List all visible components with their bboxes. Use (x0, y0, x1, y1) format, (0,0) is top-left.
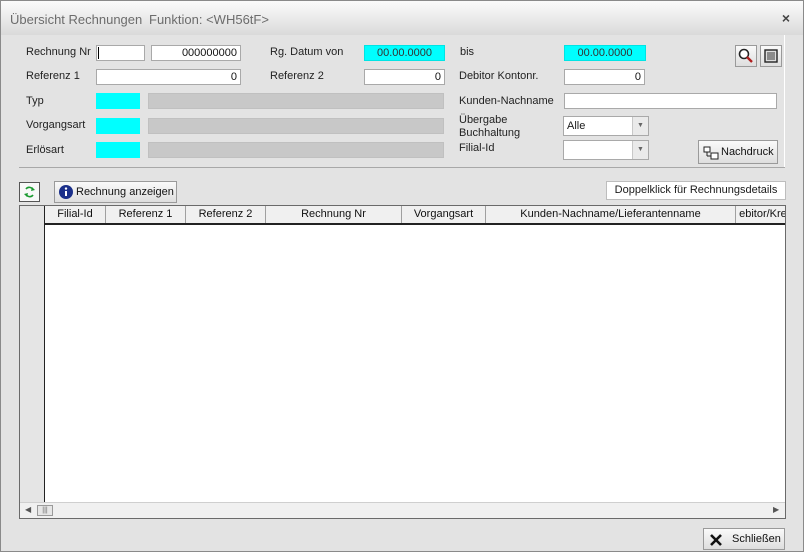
print-layout-icon (703, 146, 719, 160)
referenz1-input[interactable]: 0 (96, 69, 241, 85)
referenz1-label: Referenz 1 (26, 70, 80, 82)
kunden-nachname-label: Kunden-Nachname (459, 95, 554, 107)
rg-datum-von-input[interactable]: 00.00.0000 (364, 45, 445, 61)
refresh-icon (24, 186, 35, 198)
uebergabe-buchhaltung-select[interactable]: Alle ▼ (563, 116, 649, 136)
erloesart-description-field (148, 142, 444, 158)
debitor-kontonr-input[interactable]: 0 (564, 69, 645, 85)
filial-id-select[interactable]: ▼ (563, 140, 649, 160)
column-header-kunden-nachname[interactable]: Kunden-Nachname/Lieferantenname (486, 206, 736, 223)
rechnung-nr-label: Rechnung Nr (26, 46, 91, 58)
column-header-rechnung-nr[interactable]: Rechnung Nr (266, 206, 402, 223)
chevron-down-icon[interactable]: ▼ (632, 117, 648, 135)
text-cursor (98, 47, 99, 59)
filter-separator (19, 167, 785, 168)
invoice-table[interactable]: Filial-Id Referenz 1 Referenz 2 Rechnung… (19, 205, 786, 519)
schliessen-label: Schließen (732, 533, 781, 545)
table-header: Filial-Id Referenz 1 Referenz 2 Rechnung… (45, 206, 785, 225)
scroll-left-icon[interactable]: ◀ (25, 505, 31, 514)
column-header-referenz1[interactable]: Referenz 1 (106, 206, 186, 223)
rechnung-anzeigen-button[interactable]: Rechnung anzeigen (54, 181, 177, 203)
title-bar: Übersicht Rechnungen Funktion: <WH56tF> … (1, 1, 803, 35)
filial-id-label: Filial-Id (459, 142, 495, 154)
referenz2-input[interactable]: 0 (364, 69, 445, 85)
rechnung-nr-input[interactable]: 000000000 (151, 45, 241, 61)
invoice-overview-window: Übersicht Rechnungen Funktion: <WH56tF> … (0, 0, 804, 552)
double-click-hint: Doppelklick für Rechnungsdetails (606, 181, 786, 200)
window-title: Übersicht Rechnungen (10, 12, 143, 27)
close-window-icon[interactable]: × (777, 9, 795, 27)
scroll-right-icon[interactable]: ▶ (773, 505, 779, 514)
vorgangsart-code-input[interactable] (96, 118, 140, 134)
refresh-button[interactable] (19, 182, 40, 202)
info-icon (59, 185, 73, 199)
column-header-referenz2[interactable]: Referenz 2 (186, 206, 266, 223)
row-header-column (20, 206, 45, 502)
magnifier-icon (738, 48, 753, 63)
erloesart-label: Erlösart (26, 144, 64, 156)
function-code: Funktion: <WH56tF> (149, 12, 269, 27)
search-button[interactable] (735, 45, 757, 67)
schliessen-button[interactable]: Schließen (703, 528, 785, 550)
nachdruck-label: Nachdruck (721, 146, 774, 158)
vorgangsart-description-field (148, 118, 444, 134)
column-header-debitor-kreditor[interactable]: ebitor/Kred (736, 206, 785, 223)
bis-date-input[interactable]: 00.00.0000 (564, 45, 646, 61)
rg-datum-von-label: Rg. Datum von (270, 46, 344, 58)
column-header-vorgangsart[interactable]: Vorgangsart (402, 206, 486, 223)
buchhaltung-label: Buchhaltung (459, 127, 521, 139)
typ-label: Typ (26, 95, 44, 107)
uebergabe-selected-value: Alle (567, 120, 586, 132)
vorgangsart-label: Vorgangsart (26, 119, 86, 131)
horizontal-scrollbar[interactable]: ◀ ||| ▶ (20, 502, 785, 518)
referenz2-label: Referenz 2 (270, 70, 324, 82)
erloesart-code-input[interactable] (96, 142, 140, 158)
uebergabe-label: Übergabe (459, 114, 508, 126)
bis-label: bis (460, 46, 475, 58)
debitor-kontonr-label: Debitor Kontonr. (459, 70, 539, 82)
scrollbar-thumb[interactable]: ||| (37, 505, 53, 516)
typ-code-input[interactable] (96, 93, 140, 109)
close-icon (710, 534, 722, 546)
nachdruck-button[interactable]: Nachdruck (698, 140, 778, 164)
column-header-filial-id[interactable]: Filial-Id (45, 206, 106, 223)
chevron-down-icon[interactable]: ▼ (632, 141, 648, 159)
clear-filter-icon (764, 49, 778, 63)
rechnung-nr-prefix-input[interactable] (96, 45, 145, 61)
typ-description-field (148, 93, 444, 109)
kunden-nachname-input[interactable] (564, 93, 777, 109)
clear-filter-button[interactable] (760, 45, 782, 67)
rechnung-anzeigen-label: Rechnung anzeigen (76, 186, 174, 198)
